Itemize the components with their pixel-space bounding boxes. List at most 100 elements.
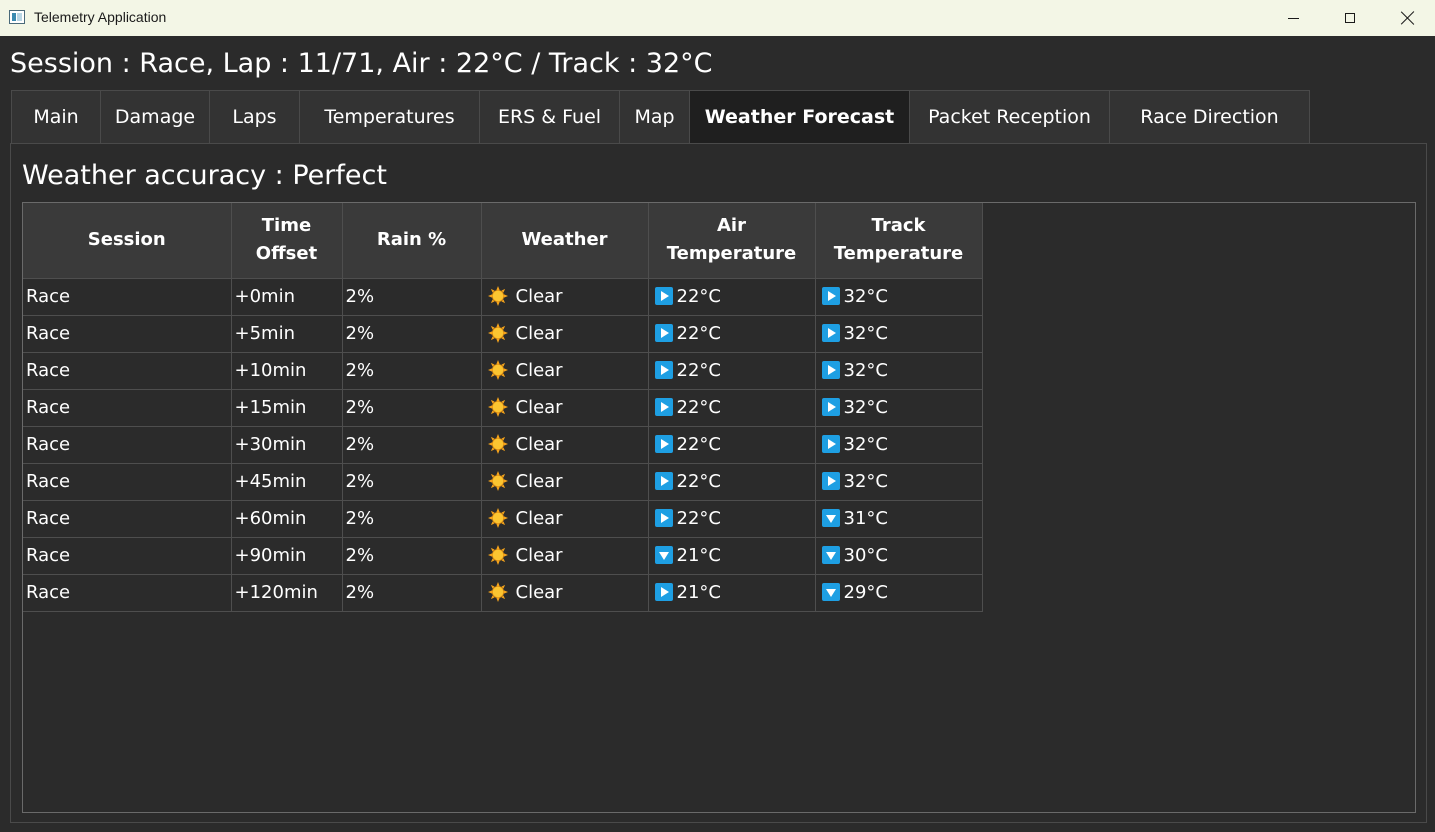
trend-steady-icon bbox=[654, 361, 673, 379]
sun-icon bbox=[487, 582, 508, 602]
cell-air-temperature: 22°C bbox=[648, 426, 816, 464]
sun-icon bbox=[487, 508, 508, 528]
cell-session: Race bbox=[23, 463, 232, 501]
column-header-weather[interactable]: Weather bbox=[481, 203, 649, 279]
tab-weather-forecast[interactable]: Weather Forecast bbox=[689, 90, 910, 143]
table-row[interactable]: Race +60min 2% Clear 22°C 31°C bbox=[23, 500, 983, 538]
close-button[interactable] bbox=[1385, 0, 1431, 36]
minimize-button[interactable] bbox=[1270, 0, 1316, 36]
cell-air-temperature: 22°C bbox=[648, 389, 816, 427]
weather-accuracy-label: Weather accuracy : Perfect bbox=[22, 160, 387, 191]
tab-main[interactable]: Main bbox=[11, 90, 101, 143]
cell-rain: 2% bbox=[342, 574, 482, 612]
air-temperature-value: 22°C bbox=[676, 508, 721, 529]
track-temperature-value: 32°C bbox=[843, 471, 888, 492]
air-temperature-value: 21°C bbox=[676, 582, 721, 603]
cell-track-temperature: 32°C bbox=[815, 278, 983, 316]
tab-laps[interactable]: Laps bbox=[209, 90, 300, 143]
table-row[interactable]: Race +10min 2% Clear 22°C 32°C bbox=[23, 352, 983, 390]
maximize-icon bbox=[1345, 13, 1355, 23]
table-row[interactable]: Race +90min 2% Clear 21°C 30°C bbox=[23, 537, 983, 575]
cell-weather: Clear bbox=[481, 352, 649, 390]
cell-time-offset: +0min bbox=[231, 278, 343, 316]
table-row[interactable]: Race +5min 2% Clear 22°C 32°C bbox=[23, 315, 983, 353]
close-icon bbox=[1401, 11, 1415, 25]
track-temperature-value: 31°C bbox=[843, 508, 888, 529]
trend-down-icon bbox=[821, 583, 840, 601]
minimize-icon bbox=[1287, 17, 1299, 19]
table-row[interactable]: Race +45min 2% Clear 22°C 32°C bbox=[23, 463, 983, 501]
column-header-air-temperature[interactable]: Air Temperature bbox=[648, 203, 816, 279]
sun-icon bbox=[487, 286, 508, 306]
column-header-rain[interactable]: Rain % bbox=[342, 203, 482, 279]
air-temperature-value: 22°C bbox=[676, 286, 721, 307]
cell-air-temperature: 22°C bbox=[648, 315, 816, 353]
cell-session: Race bbox=[23, 500, 232, 538]
tab-temperatures[interactable]: Temperatures bbox=[299, 90, 480, 143]
trend-steady-icon bbox=[821, 472, 840, 490]
cell-track-temperature: 32°C bbox=[815, 315, 983, 353]
sun-icon bbox=[487, 434, 508, 454]
cell-session: Race bbox=[23, 426, 232, 464]
weather-label: Clear bbox=[515, 508, 563, 529]
cell-time-offset: +90min bbox=[231, 537, 343, 575]
trend-down-icon bbox=[821, 509, 840, 527]
session-status-header: Session : Race, Lap : 11/71, Air : 22°C … bbox=[10, 48, 713, 79]
cell-rain: 2% bbox=[342, 463, 482, 501]
weather-label: Clear bbox=[515, 360, 563, 381]
cell-session: Race bbox=[23, 315, 232, 353]
cell-track-temperature: 31°C bbox=[815, 500, 983, 538]
sun-icon bbox=[487, 545, 508, 565]
cell-weather: Clear bbox=[481, 463, 649, 501]
column-header-track-temperature[interactable]: Track Temperature bbox=[815, 203, 983, 279]
cell-session: Race bbox=[23, 278, 232, 316]
app-window-icon bbox=[9, 10, 25, 24]
trend-down-icon bbox=[821, 546, 840, 564]
track-temperature-value: 32°C bbox=[843, 286, 888, 307]
table-row[interactable]: Race +30min 2% Clear 22°C 32°C bbox=[23, 426, 983, 464]
tab-ers-fuel[interactable]: ERS & Fuel bbox=[479, 90, 620, 143]
trend-steady-icon bbox=[821, 324, 840, 342]
cell-time-offset: +10min bbox=[231, 352, 343, 390]
cell-air-temperature: 22°C bbox=[648, 500, 816, 538]
cell-air-temperature: 21°C bbox=[648, 537, 816, 575]
cell-track-temperature: 32°C bbox=[815, 389, 983, 427]
cell-rain: 2% bbox=[342, 537, 482, 575]
weather-label: Clear bbox=[515, 397, 563, 418]
window-title: Telemetry Application bbox=[34, 9, 167, 25]
table-row[interactable]: Race +15min 2% Clear 22°C 32°C bbox=[23, 389, 983, 427]
tab-packet-reception[interactable]: Packet Reception bbox=[909, 90, 1110, 143]
cell-session: Race bbox=[23, 389, 232, 427]
trend-steady-icon bbox=[654, 398, 673, 416]
table-row[interactable]: Race +0min 2% Clear 22°C 32°C bbox=[23, 278, 983, 316]
cell-time-offset: +60min bbox=[231, 500, 343, 538]
track-temperature-value: 32°C bbox=[843, 397, 888, 418]
tab-damage[interactable]: Damage bbox=[100, 90, 210, 143]
cell-time-offset: +5min bbox=[231, 315, 343, 353]
maximize-button[interactable] bbox=[1327, 0, 1373, 36]
sun-icon bbox=[487, 323, 508, 343]
tab-race-direction[interactable]: Race Direction bbox=[1109, 90, 1310, 143]
air-temperature-value: 22°C bbox=[676, 323, 721, 344]
cell-time-offset: +45min bbox=[231, 463, 343, 501]
table-row[interactable]: Race +120min 2% Clear 21°C 29°C bbox=[23, 574, 983, 612]
cell-track-temperature: 32°C bbox=[815, 426, 983, 464]
cell-rain: 2% bbox=[342, 278, 482, 316]
cell-rain: 2% bbox=[342, 352, 482, 390]
cell-session: Race bbox=[23, 574, 232, 612]
cell-time-offset: +15min bbox=[231, 389, 343, 427]
track-temperature-value: 32°C bbox=[843, 434, 888, 455]
cell-time-offset: +30min bbox=[231, 426, 343, 464]
trend-steady-icon bbox=[821, 398, 840, 416]
column-header-time-offset[interactable]: Time Offset bbox=[231, 203, 343, 279]
sun-icon bbox=[487, 397, 508, 417]
tab-map[interactable]: Map bbox=[619, 90, 690, 143]
trend-steady-icon bbox=[821, 361, 840, 379]
weather-label: Clear bbox=[515, 545, 563, 566]
forecast-table: Session Time Offset Rain % Weather Air Tem… bbox=[23, 203, 983, 612]
cell-rain: 2% bbox=[342, 389, 482, 427]
sun-icon bbox=[487, 471, 508, 491]
air-temperature-value: 22°C bbox=[676, 397, 721, 418]
air-temperature-value: 21°C bbox=[676, 545, 721, 566]
column-header-session[interactable]: Session bbox=[23, 203, 232, 279]
